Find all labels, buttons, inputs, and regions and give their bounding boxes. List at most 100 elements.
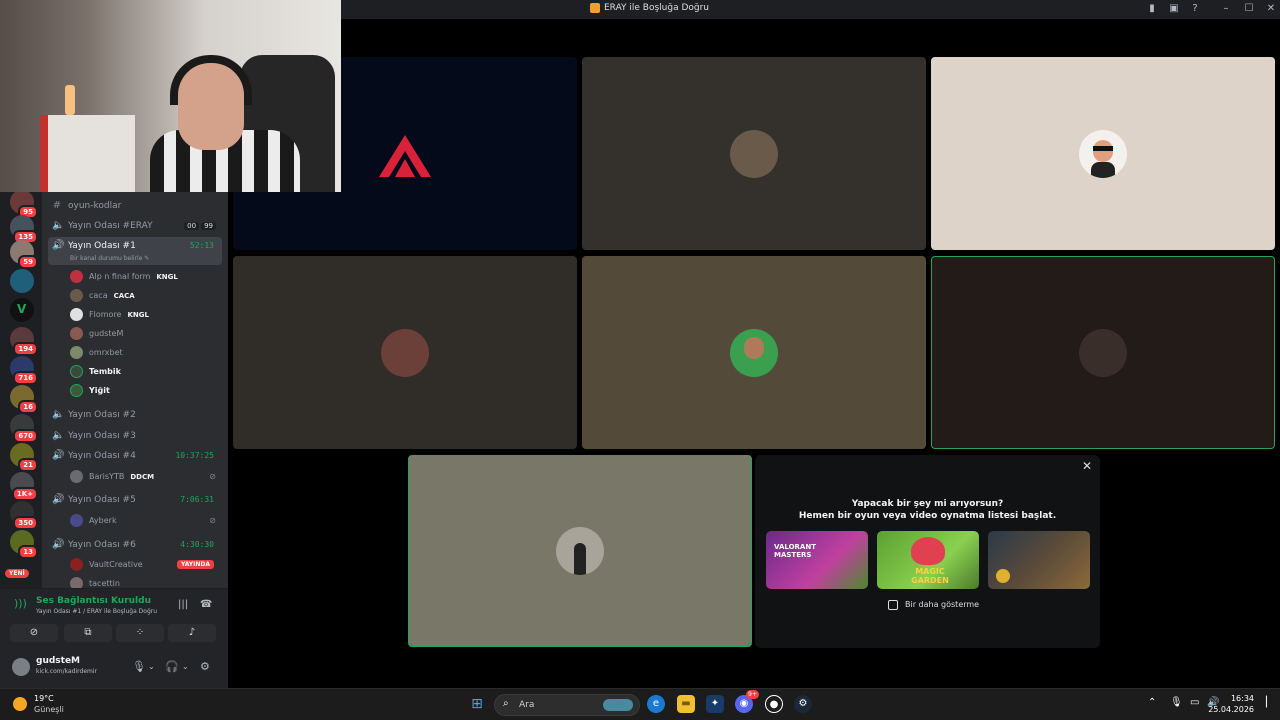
member-item[interactable]: caca CACA bbox=[70, 289, 220, 302]
member-item[interactable]: Ayberk ⊘ bbox=[70, 514, 220, 527]
avatar bbox=[556, 527, 604, 575]
member-name: omrxbet bbox=[89, 348, 123, 357]
webcam-overlay bbox=[0, 0, 341, 192]
weather-condition[interactable]: Güneşli bbox=[34, 705, 64, 714]
server-icon[interactable]: 716 bbox=[10, 356, 38, 385]
channel-status-hint[interactable]: Bir kanal durumu belirle ✎ bbox=[70, 255, 149, 262]
obs-icon[interactable]: ● bbox=[765, 695, 783, 713]
voice-channel-6[interactable]: 🔊 Yayın Odası #6 4:30:30 bbox=[52, 539, 222, 550]
muted-icon: ⊘ bbox=[209, 516, 216, 525]
close-icon[interactable]: ✕ bbox=[1082, 459, 1092, 473]
server-icon[interactable]: 350 bbox=[10, 501, 38, 530]
voice-status[interactable]: Ses Bağlantısı Kuruldu bbox=[36, 596, 151, 606]
video-tile-speaking[interactable] bbox=[931, 256, 1275, 449]
server-icon[interactable]: 95 bbox=[10, 190, 38, 219]
channel-label: Yayın Odası #3 bbox=[68, 430, 136, 441]
text-channel[interactable]: # oyun-kodlar bbox=[52, 200, 222, 211]
member-item[interactable]: Yiğit bbox=[70, 384, 220, 397]
activity-card-valorant[interactable]: VALORANT MASTERS bbox=[766, 531, 868, 589]
voice-channel-path[interactable]: Yayın Odası #1 / ERAY ile Boşluğa Doğru bbox=[36, 608, 157, 615]
clock-date[interactable]: 25.04.2026 bbox=[1208, 705, 1254, 714]
avatar[interactable] bbox=[12, 658, 30, 676]
network-icon[interactable]: ▭ bbox=[1190, 697, 1199, 708]
server-icon[interactable]: 13 bbox=[10, 530, 38, 559]
server-icon[interactable]: 194 bbox=[10, 327, 38, 356]
activity-card-magic-garden[interactable]: MAGIC GARDEN bbox=[877, 531, 979, 589]
help-icon[interactable]: ? bbox=[1189, 3, 1201, 15]
headphones-icon[interactable]: 🎧 bbox=[165, 660, 179, 673]
video-tile[interactable] bbox=[582, 256, 926, 449]
avatar bbox=[1079, 328, 1127, 377]
search-box[interactable]: ⌕ Ara bbox=[494, 694, 640, 716]
activity-card-label: VALORANT MASTERS bbox=[774, 543, 816, 559]
channel-label: Yayın Odası #6 bbox=[68, 539, 136, 550]
server-badge: 194 bbox=[13, 342, 38, 356]
sun-icon[interactable] bbox=[13, 697, 27, 711]
soundboard-button[interactable]: ♪ bbox=[168, 624, 216, 642]
voice-channel-2[interactable]: 🔈 Yayın Odası #2 bbox=[52, 409, 222, 420]
server-icon[interactable]: 59 bbox=[10, 240, 38, 269]
user-status: kick.com/kadirdemir bbox=[36, 668, 98, 675]
clock-time[interactable]: 16:34 bbox=[1231, 694, 1254, 703]
minimize-icon[interactable]: – bbox=[1220, 3, 1232, 15]
member-item[interactable]: VaultCreative YAYINDA bbox=[70, 558, 220, 571]
server-icon[interactable]: 135 bbox=[10, 215, 38, 244]
noise-suppression-icon[interactable]: ||| bbox=[178, 599, 188, 610]
member-name: VaultCreative bbox=[89, 560, 143, 569]
voice-channel-4[interactable]: 🔊 Yayın Odası #4 10:37:25 bbox=[52, 450, 222, 461]
microphone-icon[interactable]: 🎙 bbox=[132, 660, 146, 673]
inbox-icon[interactable]: ▮ bbox=[1146, 3, 1158, 15]
screen-icon[interactable]: ▣ bbox=[1168, 3, 1180, 15]
chevron-up-icon[interactable]: ⌃ bbox=[1148, 697, 1156, 708]
search-icon: ⌕ bbox=[503, 698, 509, 709]
server-icon[interactable]: 1K+ bbox=[10, 472, 38, 501]
steam-icon[interactable]: ⚙ bbox=[794, 695, 812, 713]
video-tile[interactable] bbox=[233, 256, 577, 449]
disconnect-icon[interactable]: ☎ bbox=[200, 599, 212, 610]
activity-card-game[interactable] bbox=[988, 531, 1090, 589]
dont-show-label[interactable]: Bir daha gösterme bbox=[905, 600, 979, 609]
webcam-lamp bbox=[65, 85, 75, 115]
user-name[interactable]: gudsteM bbox=[36, 656, 80, 666]
chevron-down-icon[interactable]: ⌄ bbox=[148, 662, 155, 671]
voice-channel-1[interactable]: 🔊 Yayın Odası #1 52:13 bbox=[52, 240, 222, 251]
member-name: BarisYTB bbox=[89, 472, 125, 481]
discord-icon[interactable]: ◉ 9+ bbox=[735, 690, 759, 713]
member-item[interactable]: gudsteM bbox=[70, 327, 220, 340]
channel-timer: 52:13 bbox=[189, 241, 214, 250]
close-window-icon[interactable]: ✕ bbox=[1265, 3, 1277, 15]
chevron-down-icon[interactable]: ⌄ bbox=[182, 662, 189, 671]
camera-off-button[interactable]: ⊘ bbox=[10, 624, 58, 642]
edge-icon[interactable]: e bbox=[647, 695, 665, 713]
voice-channel-3[interactable]: 🔈 Yayın Odası #3 bbox=[52, 430, 222, 441]
speaker-icon: 🔊 bbox=[52, 450, 65, 461]
start-icon[interactable]: ⊞ bbox=[468, 695, 486, 713]
screen-share-button[interactable]: ⧉ bbox=[64, 624, 112, 642]
vpn-icon[interactable]: ✦ bbox=[706, 695, 724, 713]
discord-badge: 9+ bbox=[746, 690, 759, 699]
member-item[interactable]: Tembik bbox=[70, 365, 220, 378]
member-item[interactable]: Flomore KNGL bbox=[70, 308, 220, 321]
server-icon[interactable]: 21 bbox=[10, 443, 38, 472]
microphone-icon[interactable]: 🎙 bbox=[1170, 697, 1183, 708]
gear-icon[interactable]: ⚙ bbox=[200, 660, 210, 673]
video-tile-speaking[interactable] bbox=[408, 455, 752, 647]
video-tile[interactable] bbox=[582, 57, 926, 250]
member-item[interactable]: omrxbet bbox=[70, 346, 220, 359]
member-item[interactable]: Alp n final form KNGL bbox=[70, 270, 220, 283]
voice-channel-5[interactable]: 🔊 Yayın Odası #5 7:06:31 bbox=[52, 494, 222, 505]
member-name: Tembik bbox=[89, 367, 121, 376]
notification-icon[interactable]: ▏ bbox=[1266, 697, 1274, 708]
file-explorer-icon[interactable]: ▬ bbox=[677, 695, 695, 713]
maximize-icon[interactable]: ☐ bbox=[1243, 3, 1255, 15]
server-icon[interactable]: V bbox=[10, 298, 34, 322]
server-icon[interactable]: 670 bbox=[10, 414, 38, 443]
activities-button[interactable]: ⁘ bbox=[116, 624, 164, 642]
dont-show-checkbox[interactable] bbox=[888, 600, 898, 610]
voice-channel-eray[interactable]: 🔈 Yayın Odası #ERAY 00 99 bbox=[52, 220, 222, 231]
video-tile[interactable] bbox=[931, 57, 1275, 250]
member-item[interactable]: BarisYTB DDCM ⊘ bbox=[70, 470, 220, 483]
server-icon[interactable]: 16 bbox=[10, 385, 38, 414]
weather-temp[interactable]: 19°C bbox=[34, 694, 54, 703]
server-icon[interactable] bbox=[10, 269, 34, 293]
